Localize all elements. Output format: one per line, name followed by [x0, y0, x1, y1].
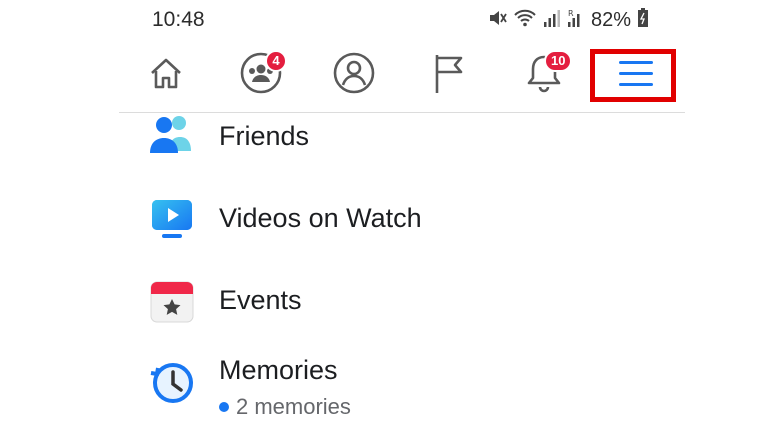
- groups-badge: 4: [265, 50, 287, 72]
- nav-notifications-tab[interactable]: 10: [514, 40, 574, 110]
- menu-label-videos-on-watch: Videos on Watch: [219, 203, 422, 233]
- right-margin: [685, 0, 768, 447]
- svg-text:R: R: [568, 9, 574, 18]
- signal-roaming-icon: R: [567, 8, 585, 33]
- profile-icon: [332, 51, 376, 100]
- memories-count: 2 memories: [236, 394, 351, 419]
- menu-item-videos-on-watch[interactable]: Videos on Watch: [119, 183, 685, 253]
- events-calendar-icon: [149, 279, 195, 325]
- status-bar: 10:48 R 82%: [119, 0, 685, 40]
- menu-item-friends[interactable]: Friends: [119, 113, 685, 183]
- menu-highlight-box: [590, 49, 676, 102]
- wifi-icon: [513, 8, 537, 33]
- nav-profile-tab[interactable]: [324, 40, 384, 110]
- status-time: 10:48: [152, 8, 205, 31]
- home-icon: [146, 53, 186, 98]
- notifications-badge: 10: [544, 50, 573, 72]
- phone-screen: 10:48 R 82% 4 10 Friends Videos on Watch…: [119, 0, 685, 447]
- menu-label-friends: Friends: [219, 121, 310, 151]
- status-icons: R 82%: [487, 7, 649, 33]
- battery-percent: 82%: [590, 8, 631, 31]
- watch-icon: [149, 197, 195, 243]
- memories-subtitle: 2 memories: [219, 394, 351, 420]
- nav-home-tab[interactable]: [136, 40, 196, 110]
- menu-item-events[interactable]: Events: [119, 265, 685, 335]
- memories-clock-icon: [149, 359, 195, 405]
- nav-groups-tab[interactable]: 4: [231, 40, 291, 110]
- friends-icon: [149, 113, 195, 159]
- menu-label-events: Events: [219, 285, 302, 315]
- mute-icon: [487, 8, 507, 33]
- menu-item-memories[interactable]: Memories 2 memories: [119, 345, 685, 419]
- menu-label-memories: Memories: [219, 355, 338, 385]
- flag-icon: [429, 51, 469, 100]
- top-navigation-bar: 4 10: [119, 40, 685, 113]
- battery-icon: [637, 7, 649, 33]
- signal-icon: [543, 8, 561, 33]
- new-indicator-dot: [219, 402, 229, 412]
- left-margin: [0, 0, 119, 447]
- nav-pages-tab[interactable]: [419, 40, 479, 110]
